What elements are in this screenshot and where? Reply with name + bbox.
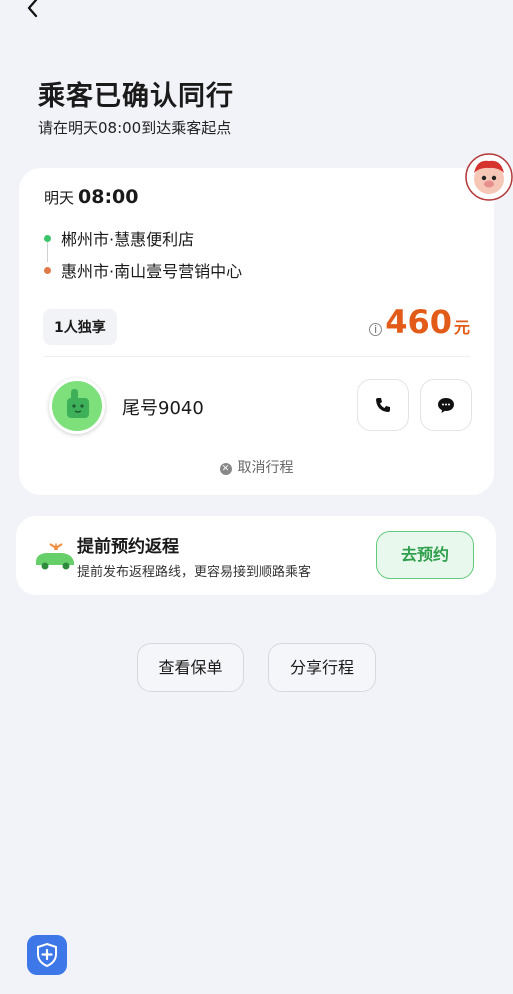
route-line [47,242,48,262]
driver-avatar[interactable] [49,378,105,434]
end-dot [44,266,51,274]
message-button[interactable] [420,379,472,431]
phone-icon [376,398,390,412]
trip-card: 明天 08:00 郴州市·慧惠便利店 惠州市·南山壹号营销中心 1人独享 i 46… [19,168,494,495]
cancel-trip[interactable]: ✕ 取消行程 [19,457,494,477]
route: 郴州市·慧惠便利店 惠州市·南山壹号营销中心 [44,222,242,286]
passenger-avatar[interactable] [465,153,513,201]
price: i 460 元 [369,303,470,341]
close-icon: ✕ [219,463,232,475]
route-end: 惠州市·南山壹号营销中心 [44,254,242,286]
end-label: 惠州市·南山壹号营销中心 [61,262,243,281]
ride-type-badge: 1人独享 [43,309,117,345]
trip-time: 08:00 [78,186,139,208]
thumbs-up-icon [67,389,89,418]
safety-button[interactable] [27,935,67,975]
share-trip-button[interactable]: 分享行程 [268,643,376,692]
trip-date: 明天 08:00 [44,186,139,208]
view-policy-button[interactable]: 查看保单 [137,643,244,692]
return-trip-desc: 提前发布返程路线，更容易接到顺路乘客 [77,565,312,580]
page-subtitle: 请在明天08:00到达乘客起点 [38,119,232,137]
start-dot [44,234,51,242]
call-button[interactable] [357,379,409,431]
return-trip-title: 提前预约返程 [77,537,179,557]
car-icon [36,542,74,570]
route-start: 郴州市·慧惠便利店 [44,222,242,254]
plate-number: 尾号9040 [122,398,204,419]
return-trip-card: 提前预约返程 提前发布返程路线，更容易接到顺路乘客 去预约 [16,516,496,595]
info-icon[interactable]: i [369,323,383,336]
trip-day: 明天 [44,189,75,207]
chat-icon [438,398,454,413]
divider [43,356,470,357]
back-icon[interactable] [18,0,48,24]
price-value: 460 [385,303,452,341]
shield-icon [37,942,57,968]
price-unit: 元 [453,318,470,337]
start-label: 郴州市·慧惠便利店 [61,230,195,249]
book-return-button[interactable]: 去预约 [376,531,474,579]
cancel-label: 取消行程 [237,460,294,476]
page-title: 乘客已确认同行 [38,81,234,112]
